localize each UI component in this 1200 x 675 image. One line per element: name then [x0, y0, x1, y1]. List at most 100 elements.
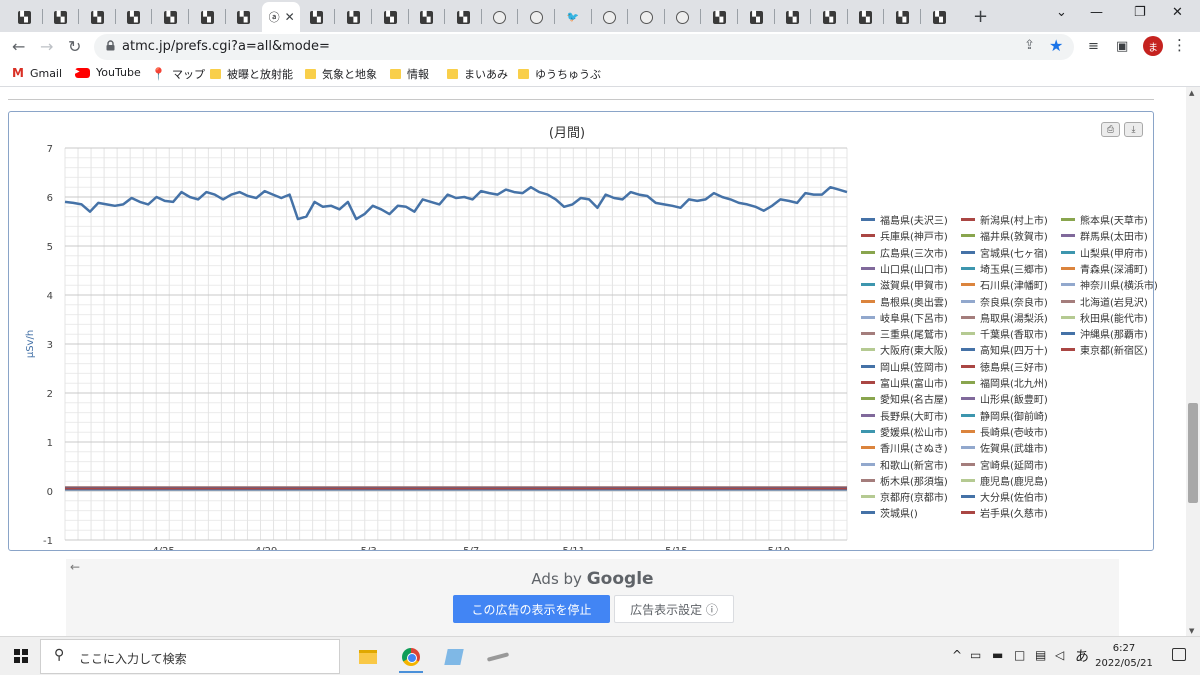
browser-tab[interactable]: ▚ — [811, 4, 847, 30]
legend-item[interactable]: 滋賀県(甲賀市) — [861, 277, 948, 292]
legend-item[interactable]: 京都府(京都市) — [861, 489, 948, 504]
volume-icon[interactable]: ◁ — [1055, 648, 1064, 662]
legend-item[interactable]: 群馬県(太田市) — [1061, 228, 1148, 243]
legend-item[interactable]: 静岡県(御前崎) — [961, 408, 1048, 423]
bookmark-star-icon[interactable]: ★ — [1049, 36, 1063, 55]
legend-item[interactable]: 福井県(敦賀市) — [961, 228, 1048, 243]
stop-ad-button[interactable]: この広告の表示を停止 — [453, 595, 610, 623]
browser-tab[interactable]: ▚ — [335, 4, 371, 30]
legend-item[interactable]: 岩手県(久慈市) — [961, 505, 1048, 520]
browser-tab[interactable]: ▚ — [409, 4, 445, 30]
notepad-app[interactable] — [436, 641, 472, 673]
bookmark-item[interactable]: まいあみ — [447, 66, 508, 82]
legend-item[interactable]: 熊本県(天草市) — [1061, 212, 1148, 227]
legend-item[interactable]: 山梨県(甲府市) — [1061, 245, 1148, 260]
legend-item[interactable]: 長崎県(壱岐市) — [961, 424, 1048, 439]
file-explorer-app[interactable] — [350, 641, 386, 673]
legend-item[interactable]: 北海道(岩見沢) — [1061, 294, 1148, 309]
legend-item[interactable]: 栃木県(那須塩) — [861, 473, 948, 488]
legend-item[interactable]: 石川県(津幡町) — [961, 277, 1048, 292]
display-icon[interactable]: □ — [1014, 648, 1025, 662]
browser-tab[interactable] — [518, 4, 554, 30]
tab-search-icon[interactable]: ⌄ — [1056, 5, 1067, 20]
url-text[interactable]: atmc.jp/prefs.cgi?a=all&mode= — [122, 39, 330, 54]
page-scrollbar[interactable]: ▲ ▼ — [1186, 87, 1200, 636]
legend-item[interactable]: 大分県(佐伯市) — [961, 489, 1048, 504]
browser-tab[interactable]: ▚ — [372, 4, 408, 30]
forward-arrow-icon[interactable]: → — [40, 37, 53, 56]
browser-tab[interactable]: ▚ — [738, 4, 774, 30]
legend-item[interactable]: 岡山県(笠岡市) — [861, 359, 948, 374]
legend-item[interactable]: 鳥取県(湯梨浜) — [961, 310, 1048, 325]
legend-item[interactable]: 山口県(山口市) — [861, 261, 948, 276]
legend-item[interactable]: 愛知県(名古屋) — [861, 391, 948, 406]
scroll-up-icon[interactable]: ▲ — [1189, 89, 1194, 97]
legend-item[interactable]: 岐阜県(下呂市) — [861, 310, 948, 325]
ime-indicator[interactable]: あ — [1075, 646, 1089, 666]
bookmark-item[interactable]: 📍 マップ — [151, 66, 205, 82]
bookmark-item[interactable]: ゆうちゅうぶ — [518, 66, 601, 82]
bookmark-item[interactable]: 気象と地象 — [305, 66, 377, 82]
pen-app[interactable] — [480, 641, 516, 673]
legend-item[interactable]: 高知県(四万十) — [961, 342, 1048, 357]
legend-item[interactable]: 香川県(さぬき) — [861, 440, 948, 455]
legend-item[interactable]: 愛媛県(松山市) — [861, 424, 948, 439]
legend-item[interactable]: 新潟県(村上市) — [961, 212, 1048, 227]
legend-item[interactable]: 島根県(奥出雲) — [861, 294, 948, 309]
print-icon[interactable]: ⎙ — [1101, 122, 1120, 137]
share-icon[interactable]: ⇪ — [1024, 38, 1035, 53]
back-arrow-icon[interactable]: ← — [12, 37, 25, 56]
tray-app-icon[interactable]: ▭ — [970, 648, 981, 662]
windows-start-icon[interactable] — [14, 649, 28, 663]
browser-tab[interactable]: ▚ — [226, 4, 262, 30]
battery-icon[interactable]: ▬ — [992, 648, 1003, 662]
browser-tab[interactable]: ▚ — [116, 4, 152, 30]
browser-tab[interactable]: ▚ — [189, 4, 225, 30]
legend-item[interactable]: 兵庫県(神戸市) — [861, 228, 948, 243]
browser-tab[interactable] — [665, 4, 701, 30]
legend-item[interactable]: 茨城県() — [861, 505, 918, 520]
scrollbar-thumb[interactable] — [1188, 403, 1198, 503]
browser-tab[interactable]: ▚ — [848, 4, 884, 30]
restore-icon[interactable]: ❐ — [1134, 5, 1146, 20]
legend-item[interactable]: 福島県(夫沢三) — [861, 212, 948, 227]
menu-kebab-icon[interactable]: ⋮ — [1172, 36, 1187, 54]
bookmark-item[interactable]: ▶ YouTube — [75, 66, 141, 79]
browser-tab[interactable]: 🐦 — [555, 4, 591, 30]
legend-item[interactable]: 東京都(新宿区) — [1061, 342, 1148, 357]
legend-item[interactable]: 徳島県(三好市) — [961, 359, 1048, 374]
new-tab-icon[interactable]: + — [973, 6, 988, 27]
bookmark-item[interactable]: 情報 — [390, 66, 429, 82]
browser-tab[interactable]: ▚ — [152, 4, 188, 30]
browser-tab[interactable]: ⓐ ✕ — [262, 2, 301, 32]
address-bar[interactable]: atmc.jp/prefs.cgi?a=all&mode= ⇪ ★ — [94, 34, 1074, 60]
browser-tab[interactable]: ▚ — [884, 4, 920, 30]
browser-tab[interactable] — [592, 4, 628, 30]
ad-settings-button[interactable]: 広告表示設定 ⓘ — [614, 595, 734, 623]
legend-item[interactable]: 秋田県(能代市) — [1061, 310, 1148, 325]
scroll-down-icon[interactable]: ▼ — [1189, 627, 1194, 635]
legend-item[interactable]: 佐賀県(武雄市) — [961, 440, 1048, 455]
browser-tab[interactable]: ▚ — [6, 4, 42, 30]
legend-item[interactable]: 宮崎県(延岡市) — [961, 457, 1048, 472]
legend-item[interactable]: 沖縄県(那覇市) — [1061, 326, 1148, 341]
legend-item[interactable]: 奈良県(奈良市) — [961, 294, 1048, 309]
bookmark-item[interactable]: 被曝と放射能 — [210, 66, 293, 82]
legend-item[interactable]: 福岡県(北九州) — [961, 375, 1048, 390]
legend-item[interactable]: 和歌山(新宮市) — [861, 457, 948, 472]
close-tab-icon[interactable]: ✕ — [285, 10, 295, 24]
legend-item[interactable]: 千葉県(香取市) — [961, 326, 1048, 341]
legend-item[interactable]: 宮城県(七ヶ宿) — [961, 245, 1048, 260]
legend-item[interactable]: 広島県(三次市) — [861, 245, 948, 260]
reload-icon[interactable]: ↻ — [68, 37, 81, 56]
browser-tab[interactable]: ▚ — [921, 4, 957, 30]
taskbar-clock[interactable]: 6:27 2022/05/21 — [1094, 641, 1154, 671]
browser-tab[interactable]: ▚ — [43, 4, 79, 30]
browser-tab[interactable]: ▚ — [445, 4, 481, 30]
window-close-icon[interactable]: ✕ — [1172, 5, 1183, 20]
legend-item[interactable]: 神奈川県(横浜市) — [1061, 277, 1158, 292]
legend-item[interactable]: 三重県(尾鷲市) — [861, 326, 948, 341]
browser-tab[interactable]: ▚ — [775, 4, 811, 30]
legend-item[interactable]: 大阪府(東大阪) — [861, 342, 948, 357]
legend-item[interactable]: 長野県(大町市) — [861, 408, 948, 423]
